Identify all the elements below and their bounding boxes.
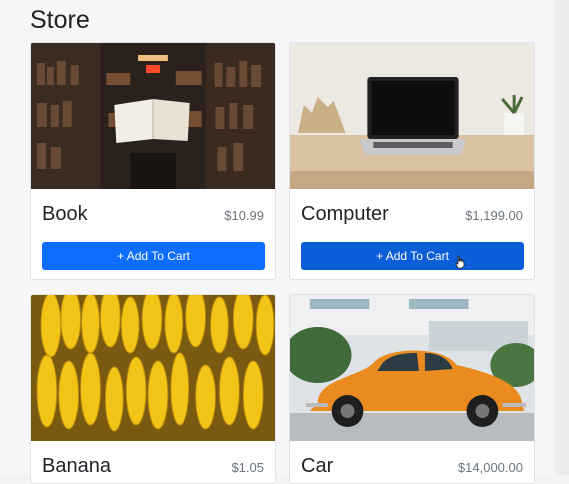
add-to-cart-button-computer[interactable]: + Add To Cart [301,242,524,270]
product-image-computer [290,43,534,189]
product-card-car: Car $14,000.00 [289,294,535,484]
add-to-cart-button-book[interactable]: + Add To Cart [42,242,265,270]
product-price: $1.05 [231,460,264,475]
page-scrollbar[interactable] [555,0,569,475]
product-price: $1,199.00 [465,208,523,223]
product-name: Computer [301,203,389,225]
store-page: Store Book $10.99 + Add To Cart Computer… [0,0,555,484]
product-name: Book [42,203,88,225]
product-image-book [31,43,275,189]
product-image-car [290,295,534,441]
product-card-banana: Banana $1.05 [30,294,276,484]
product-price: $10.99 [224,208,264,223]
page-title: Store [30,6,90,34]
product-card-computer: Computer $1,199.00 + Add To Cart [289,42,535,280]
product-image-banana [31,295,275,441]
product-price: $14,000.00 [457,460,523,475]
pointer-hand-cursor-icon [455,255,465,269]
product-card-book: Book $10.99 + Add To Cart [30,42,276,280]
